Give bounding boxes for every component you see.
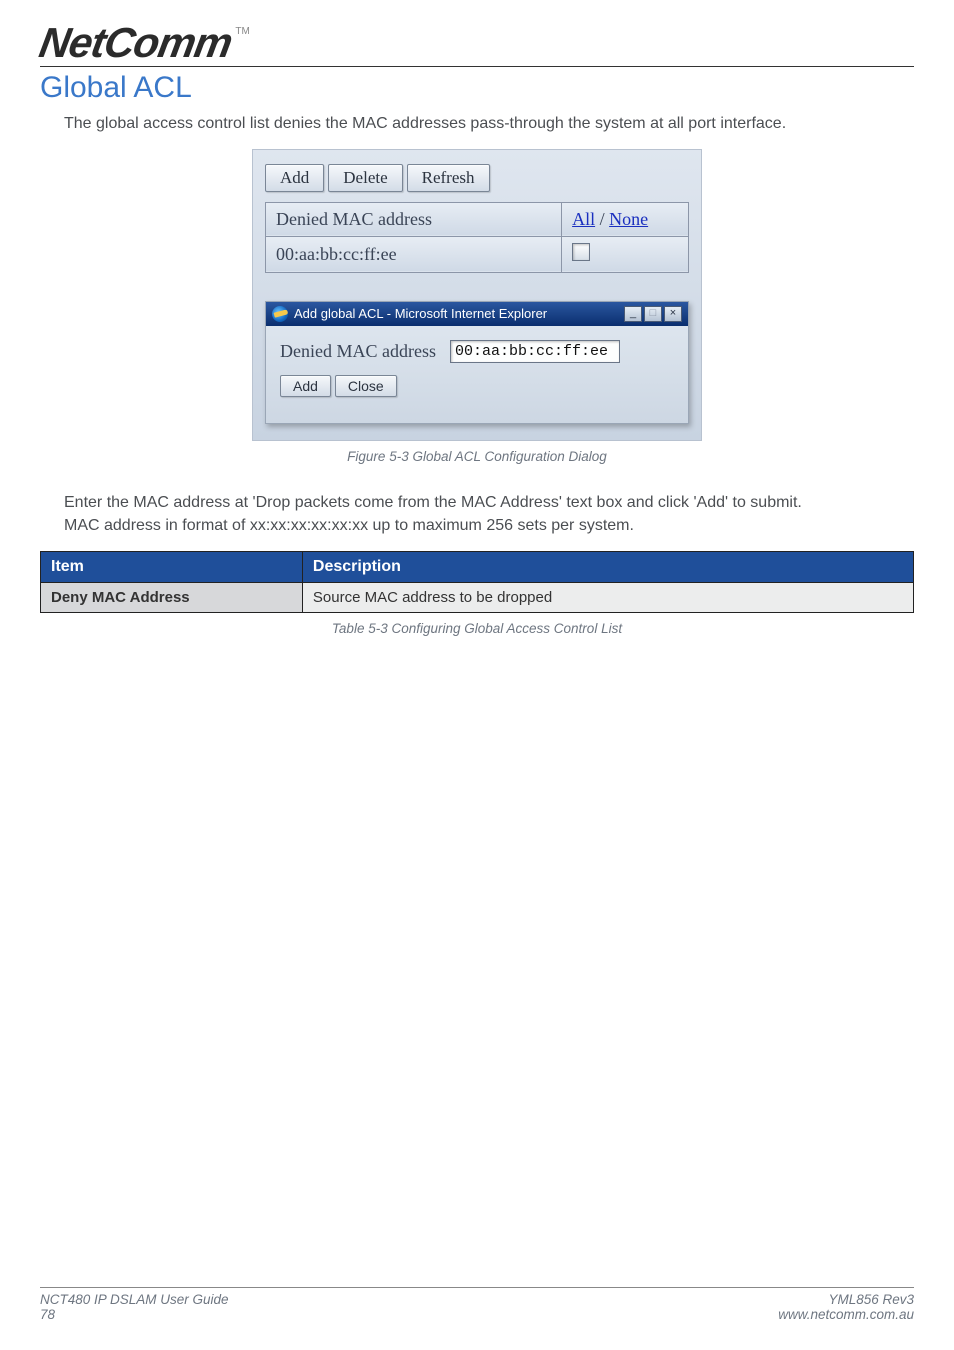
add-dialog: Add global ACL - Microsoft Internet Expl…	[265, 301, 689, 424]
ie-icon	[272, 306, 288, 322]
mac-cell: 00:aa:bb:cc:ff:ee	[266, 236, 562, 272]
logo-row: NetComm TM	[40, 22, 914, 67]
footer-revision: YML856 Rev3	[778, 1292, 914, 1307]
dialog-titlebar: Add global ACL - Microsoft Internet Expl…	[266, 302, 688, 326]
table-row: Deny MAC Address Source MAC address to b…	[41, 582, 914, 612]
page-title: Global ACL	[40, 71, 914, 105]
denied-mac-table: Denied MAC address All / None 00:aa:bb:c…	[265, 202, 689, 273]
desc-cell: Source MAC address to be dropped	[302, 582, 913, 612]
trademark: TM	[235, 26, 249, 37]
brand-logo: NetComm	[36, 22, 235, 64]
row-checkbox[interactable]	[572, 243, 590, 261]
footer-doc-title: NCT480 IP DSLAM User Guide	[40, 1292, 229, 1307]
intro-paragraph: The global access control list denies th…	[64, 113, 914, 135]
footer-page-number: 78	[40, 1307, 229, 1322]
footer-url: www.netcomm.com.au	[778, 1307, 914, 1322]
select-all-link[interactable]: All	[572, 209, 595, 229]
screenshot-panel: Add Delete Refresh Denied MAC address Al…	[252, 149, 702, 441]
delete-button[interactable]: Delete	[328, 164, 402, 192]
dialog-title-text: Add global ACL - Microsoft Internet Expl…	[294, 306, 547, 321]
dialog-field-label: Denied MAC address	[280, 341, 436, 362]
description-table: Item Description Deny MAC Address Source…	[40, 551, 914, 613]
close-icon[interactable]: ×	[664, 306, 682, 322]
instruction-line-1: Enter the MAC address at 'Drop packets c…	[64, 492, 914, 514]
instruction-line-2: MAC address in format of xx:xx:xx:xx:xx:…	[64, 515, 914, 537]
col-item: Item	[41, 551, 303, 582]
item-cell: Deny MAC Address	[41, 582, 303, 612]
col-header-mac: Denied MAC address	[266, 202, 562, 236]
mac-input[interactable]	[450, 340, 620, 363]
refresh-button[interactable]: Refresh	[407, 164, 490, 192]
maximize-button[interactable]: □	[644, 306, 662, 322]
dialog-add-button[interactable]: Add	[280, 375, 331, 397]
col-description: Description	[302, 551, 913, 582]
dialog-close-button[interactable]: Close	[335, 375, 397, 397]
figure-caption: Figure 5-3 Global ACL Configuration Dial…	[347, 449, 607, 464]
select-sep: /	[595, 209, 609, 229]
minimize-button[interactable]: _	[624, 306, 642, 322]
table-caption: Table 5-3 Configuring Global Access Cont…	[40, 621, 914, 636]
checkbox-cell	[562, 236, 689, 272]
page-footer: NCT480 IP DSLAM User Guide 78 YML856 Rev…	[40, 1287, 914, 1322]
table-row: 00:aa:bb:cc:ff:ee	[266, 236, 689, 272]
add-button[interactable]: Add	[265, 164, 324, 192]
select-none-link[interactable]: None	[609, 209, 648, 229]
col-header-select: All / None	[562, 202, 689, 236]
